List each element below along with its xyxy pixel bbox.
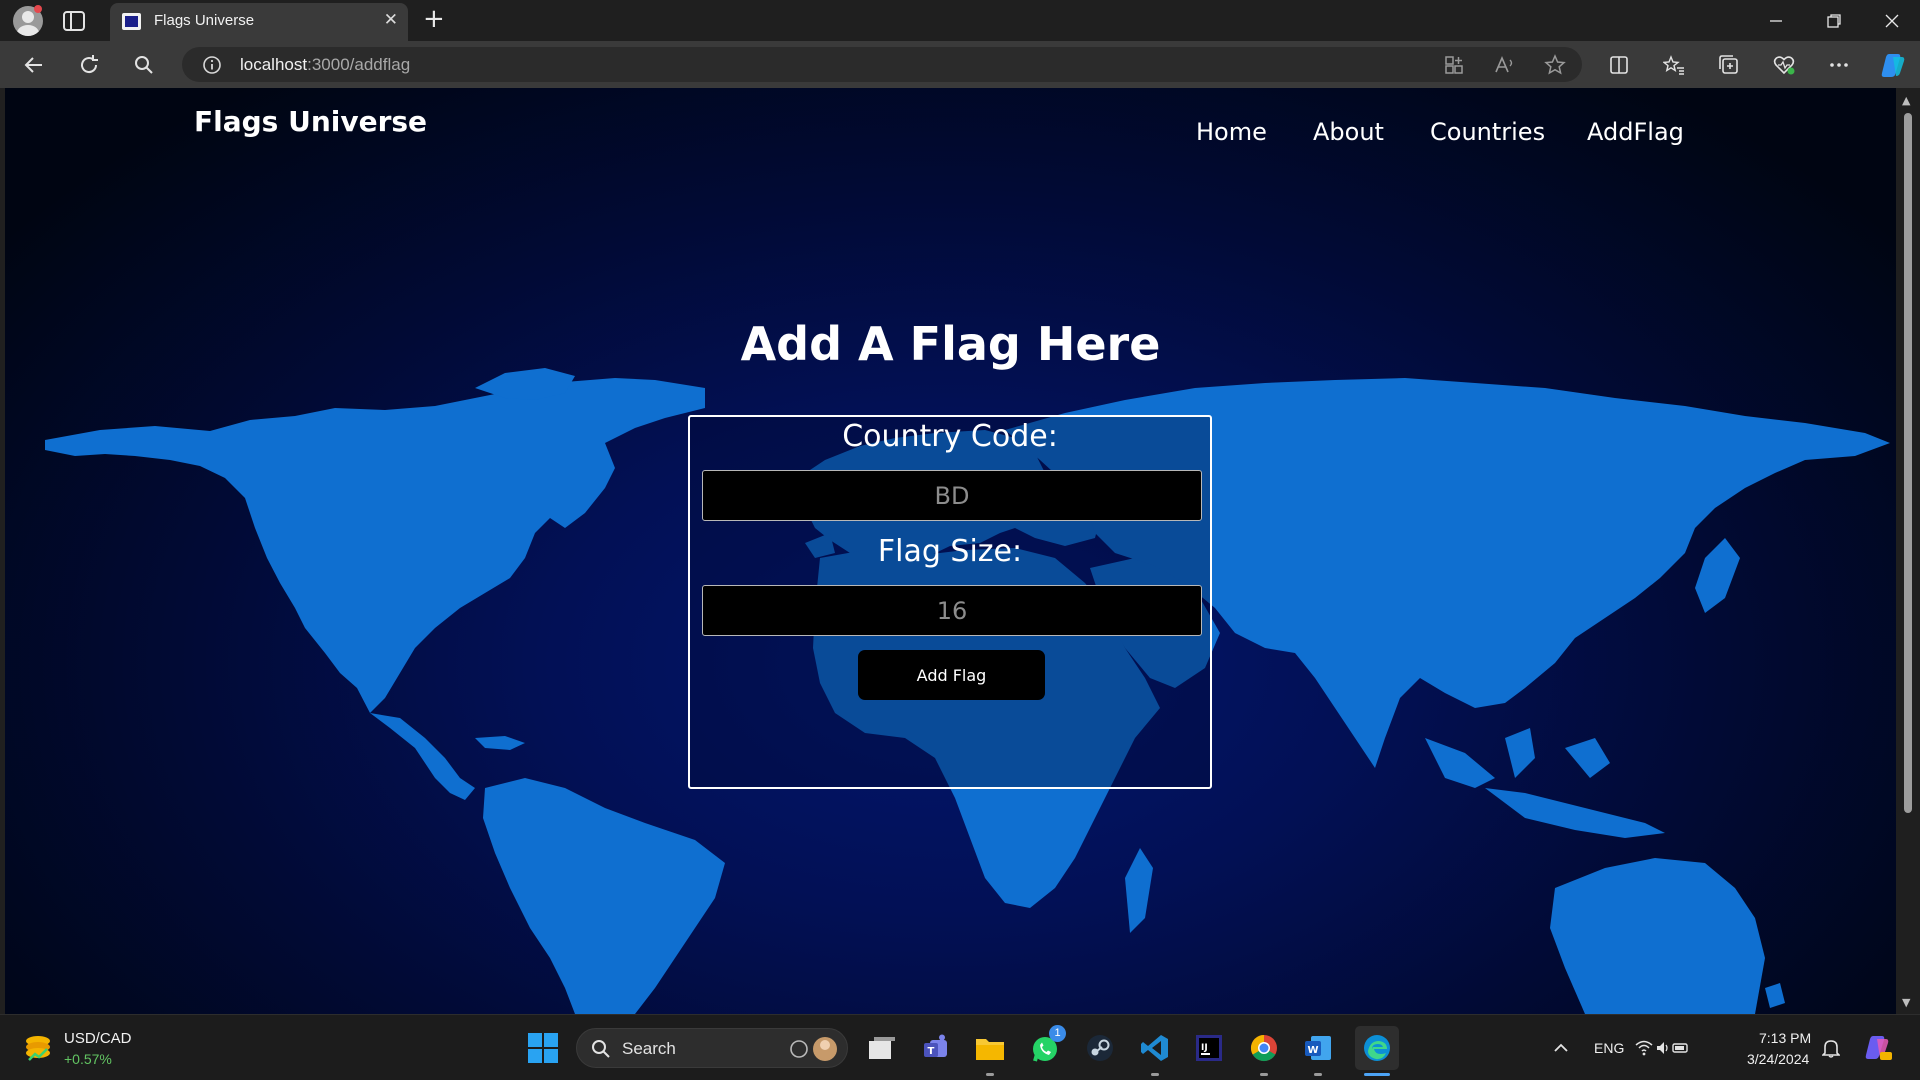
edge-active-indicator (1364, 1073, 1390, 1076)
steam-icon[interactable] (1081, 1029, 1119, 1067)
url-text[interactable]: localhost:3000/addflag (240, 55, 410, 75)
copilot-taskbar-icon[interactable] (1860, 1029, 1896, 1067)
taskbar-search-icon (592, 1040, 610, 1058)
windows-taskbar: USD/CAD +0.57% Search T 1 IJ W ENG 7:13 … (0, 1014, 1920, 1080)
more-options-icon[interactable] (1824, 50, 1854, 80)
vertical-scrollbar[interactable]: ▲ ▼ (1896, 88, 1920, 1014)
close-tab-icon[interactable]: ✕ (384, 12, 398, 29)
add-flag-form: Country Code: Flag Size: Add Flag (688, 415, 1212, 789)
svg-text:W: W (1308, 1045, 1319, 1056)
clock-time[interactable]: 7:13 PM (1759, 1030, 1811, 1046)
favorites-icon[interactable] (1659, 50, 1689, 80)
intellij-icon[interactable]: IJ (1190, 1029, 1228, 1067)
app-available-icon[interactable] (1441, 52, 1467, 78)
browser-essentials-icon[interactable] (1769, 50, 1799, 80)
search-icon[interactable] (129, 50, 159, 80)
scroll-up-arrow-icon[interactable]: ▲ (1902, 94, 1910, 107)
url-path: :3000/addflag (307, 55, 411, 74)
add-flag-button[interactable]: Add Flag (858, 650, 1045, 700)
whatsapp-unread-badge: 1 (1049, 1025, 1066, 1042)
profile-notification-dot (34, 5, 42, 13)
taskbar-search-box[interactable]: Search (576, 1028, 848, 1068)
close-window-icon[interactable] (1864, 0, 1920, 41)
taskbar-search-label: Search (622, 1039, 676, 1058)
file-explorer-running-indicator (986, 1073, 994, 1076)
flag-size-input[interactable] (702, 585, 1202, 636)
task-view-icon[interactable] (863, 1029, 901, 1067)
show-hidden-icons-chevron-icon[interactable] (1542, 1029, 1580, 1067)
vscode-icon[interactable] (1136, 1029, 1174, 1067)
vscode-running-indicator (1151, 1073, 1159, 1076)
widget-change[interactable]: +0.57% (64, 1051, 112, 1067)
restore-icon[interactable] (1806, 0, 1862, 41)
country-code-input[interactable] (702, 470, 1202, 521)
clock-date[interactable]: 3/24/2024 (1747, 1051, 1809, 1067)
network-volume-battery-group[interactable] (1635, 1029, 1689, 1067)
tab-title: Flags Universe (154, 12, 255, 29)
notifications-bell-icon[interactable] (1816, 1029, 1846, 1067)
read-aloud-icon[interactable] (1492, 52, 1518, 78)
svg-text:T: T (928, 1046, 935, 1057)
whatsapp-icon[interactable]: 1 (1027, 1025, 1066, 1067)
reload-icon[interactable] (74, 50, 104, 80)
nav-link-home[interactable]: Home (1196, 118, 1267, 146)
url-host: localhost (240, 55, 308, 74)
scrollbar-thumb[interactable] (1904, 113, 1912, 813)
flag-favicon-icon (122, 13, 141, 30)
file-explorer-icon[interactable] (971, 1029, 1009, 1067)
address-bar[interactable]: localhost:3000/addflag (182, 47, 1582, 82)
windows-start-icon[interactable] (528, 1033, 558, 1063)
widget-title[interactable]: USD/CAD (64, 1030, 132, 1047)
page-title: Add A Flag Here (740, 317, 1161, 371)
browser-titlebar: Flags Universe ✕ + (0, 0, 1920, 41)
site-info-icon[interactable] (199, 52, 225, 78)
teams-icon[interactable]: T (917, 1029, 955, 1067)
flag-size-label: Flag Size: (877, 534, 1023, 569)
svg-text:IJ: IJ (1201, 1043, 1208, 1053)
nav-link-addflag[interactable]: AddFlag (1587, 118, 1684, 146)
chrome-running-indicator (1260, 1073, 1268, 1076)
edge-icon[interactable] (1355, 1026, 1399, 1070)
word-icon[interactable]: W (1299, 1029, 1337, 1067)
input-language[interactable]: ENG (1594, 1040, 1624, 1056)
brand-logo-text[interactable]: Flags Universe (194, 105, 427, 138)
search-highlight-image-icon (790, 1037, 837, 1061)
word-running-indicator (1314, 1073, 1322, 1076)
collections-icon[interactable] (1714, 50, 1744, 80)
tab-flags-universe[interactable]: Flags Universe ✕ (110, 3, 408, 41)
minimize-icon[interactable] (1748, 0, 1804, 41)
page-viewport: Flags Universe Home About Countries AddF… (5, 88, 1896, 1014)
copilot-icon[interactable] (1878, 50, 1908, 80)
back-icon[interactable] (19, 50, 49, 80)
nav-link-about[interactable]: About (1313, 118, 1384, 146)
nav-link-countries[interactable]: Countries (1430, 118, 1545, 146)
favorite-star-icon[interactable] (1542, 52, 1568, 78)
browser-toolbar: localhost:3000/addflag (0, 41, 1920, 88)
split-screen-icon[interactable] (1604, 50, 1634, 80)
tab-actions-icon[interactable] (62, 10, 86, 32)
new-tab-button[interactable]: + (423, 6, 445, 32)
currency-widget-icon[interactable] (23, 1033, 53, 1061)
chrome-icon[interactable] (1245, 1029, 1283, 1067)
country-code-label: Country Code: (842, 419, 1058, 454)
scroll-down-arrow-icon[interactable]: ▼ (1902, 996, 1910, 1009)
